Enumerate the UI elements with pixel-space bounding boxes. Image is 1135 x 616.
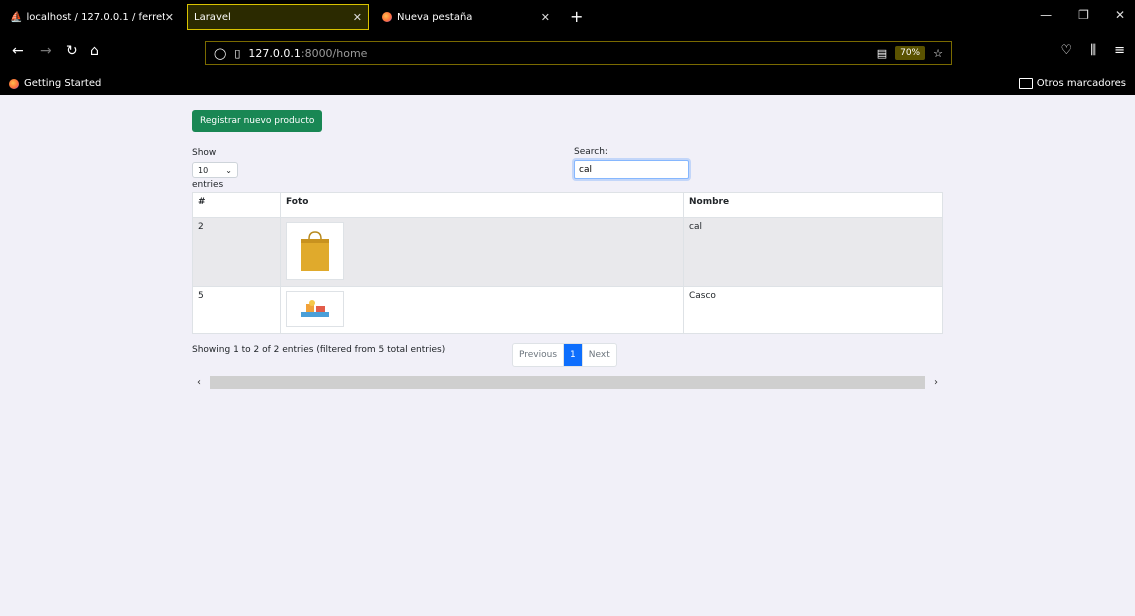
previous-page-button[interactable]: Previous bbox=[513, 344, 565, 366]
table-header-row: # Foto Nombre bbox=[192, 192, 943, 218]
nav-toolbar: ← → ↻ ⌂ ◯ ▯ 127.0.0.1:8000/home ▤ 70% ☆ … bbox=[0, 34, 1135, 74]
close-icon[interactable]: ✕ bbox=[353, 11, 362, 24]
bookmarks-bar: Getting Started Otros marcadores bbox=[0, 74, 1135, 95]
firefox-icon bbox=[382, 12, 392, 22]
table-row[interactable]: 2 cal bbox=[192, 217, 943, 287]
shield-icon[interactable]: ◯ bbox=[214, 47, 226, 60]
row-photo bbox=[280, 217, 684, 287]
scroll-track[interactable] bbox=[210, 375, 925, 389]
folder-icon bbox=[1018, 78, 1033, 89]
toolbar-right: ♡ ⫼ ≡ bbox=[1060, 43, 1125, 58]
column-header-id[interactable]: # bbox=[192, 192, 281, 218]
row-name: Casco bbox=[683, 286, 943, 334]
page-icon: ▯ bbox=[234, 46, 241, 60]
restore-icon[interactable]: ❐ bbox=[1078, 8, 1089, 22]
url-host: 127.0.0.1 bbox=[248, 46, 301, 60]
reload-icon[interactable]: ↻ bbox=[66, 43, 78, 59]
close-icon[interactable]: ✕ bbox=[541, 11, 550, 24]
next-page-button[interactable]: Next bbox=[583, 344, 616, 366]
entries-label: entries bbox=[192, 180, 224, 190]
page-1-button[interactable]: 1 bbox=[564, 344, 583, 366]
tab-bar: ⛵ localhost / 127.0.0.1 / ferreteria ✕ L… bbox=[0, 0, 1135, 34]
close-window-icon[interactable]: ✕ bbox=[1115, 8, 1125, 22]
chevron-down-icon: ⌄ bbox=[225, 165, 232, 175]
bookmark-star-icon[interactable]: ☆ bbox=[933, 47, 943, 60]
search-label: Search: bbox=[574, 147, 608, 157]
url-bar[interactable]: ◯ ▯ 127.0.0.1:8000/home ▤ 70% ☆ bbox=[205, 41, 952, 65]
new-tab-icon[interactable]: + bbox=[570, 7, 583, 26]
row-id: 2 bbox=[192, 217, 281, 287]
search-input[interactable] bbox=[574, 160, 689, 179]
shopping-bag-image bbox=[286, 222, 344, 280]
table-info: Showing 1 to 2 of 2 entries (filtered fr… bbox=[192, 345, 446, 355]
bookmark-label: Otros marcadores bbox=[1036, 78, 1126, 89]
zoom-badge[interactable]: 70% bbox=[895, 46, 926, 60]
pagination: Previous 1 Next bbox=[512, 343, 617, 367]
url-path: :8000/home bbox=[300, 46, 368, 60]
row-photo bbox=[280, 286, 684, 334]
horizontal-scrollbar[interactable]: ‹ › bbox=[192, 375, 943, 389]
scroll-left-icon[interactable]: ‹ bbox=[192, 377, 206, 388]
bookmark-getting-started[interactable]: Getting Started bbox=[9, 78, 101, 89]
phpmyadmin-icon: ⛵ bbox=[10, 11, 23, 23]
menu-icon[interactable]: ≡ bbox=[1114, 43, 1125, 58]
tab-title: Laravel bbox=[194, 11, 231, 23]
reader-mode-icon[interactable]: ▤ bbox=[877, 47, 887, 60]
home-icon[interactable]: ⌂ bbox=[90, 43, 99, 59]
register-product-button[interactable]: Registrar nuevo producto bbox=[192, 110, 323, 132]
construction-image bbox=[286, 291, 344, 327]
tab-new[interactable]: Nueva pestaña ✕ bbox=[376, 4, 556, 30]
column-header-nombre[interactable]: Nombre bbox=[683, 192, 943, 218]
row-name: cal bbox=[683, 217, 943, 287]
tab-laravel[interactable]: Laravel ✕ bbox=[187, 4, 369, 30]
entries-length-select[interactable]: 10 ⌄ bbox=[192, 162, 238, 178]
pocket-icon[interactable]: ♡ bbox=[1060, 43, 1072, 58]
column-header-foto[interactable]: Foto bbox=[280, 192, 684, 218]
tab-phpmyadmin[interactable]: ⛵ localhost / 127.0.0.1 / ferreteria ✕ bbox=[4, 4, 180, 30]
close-icon[interactable]: ✕ bbox=[165, 11, 174, 24]
page-content: Registrar nuevo producto Show 10 ⌄ entri… bbox=[0, 95, 1135, 616]
back-icon[interactable]: ← bbox=[12, 43, 24, 59]
table-row[interactable]: 5 Casco bbox=[192, 286, 943, 334]
scroll-right-icon[interactable]: › bbox=[929, 377, 943, 388]
minimize-icon[interactable]: — bbox=[1040, 8, 1052, 22]
bookmark-label: Getting Started bbox=[24, 78, 102, 89]
products-table: # Foto Nombre 2 cal 5 Casco bbox=[192, 192, 943, 334]
length-value: 10 bbox=[198, 165, 209, 175]
tab-title: localhost / 127.0.0.1 / ferreteria bbox=[26, 11, 165, 23]
window-controls: — ❐ ✕ bbox=[1040, 8, 1125, 22]
tab-title: Nueva pestaña bbox=[397, 11, 473, 23]
firefox-icon bbox=[9, 78, 19, 89]
library-icon[interactable]: ⫼ bbox=[1090, 43, 1096, 58]
show-label: Show bbox=[192, 148, 217, 158]
other-bookmarks[interactable]: Otros marcadores bbox=[1018, 78, 1126, 89]
row-id: 5 bbox=[192, 286, 281, 334]
forward-icon[interactable]: → bbox=[40, 43, 52, 59]
